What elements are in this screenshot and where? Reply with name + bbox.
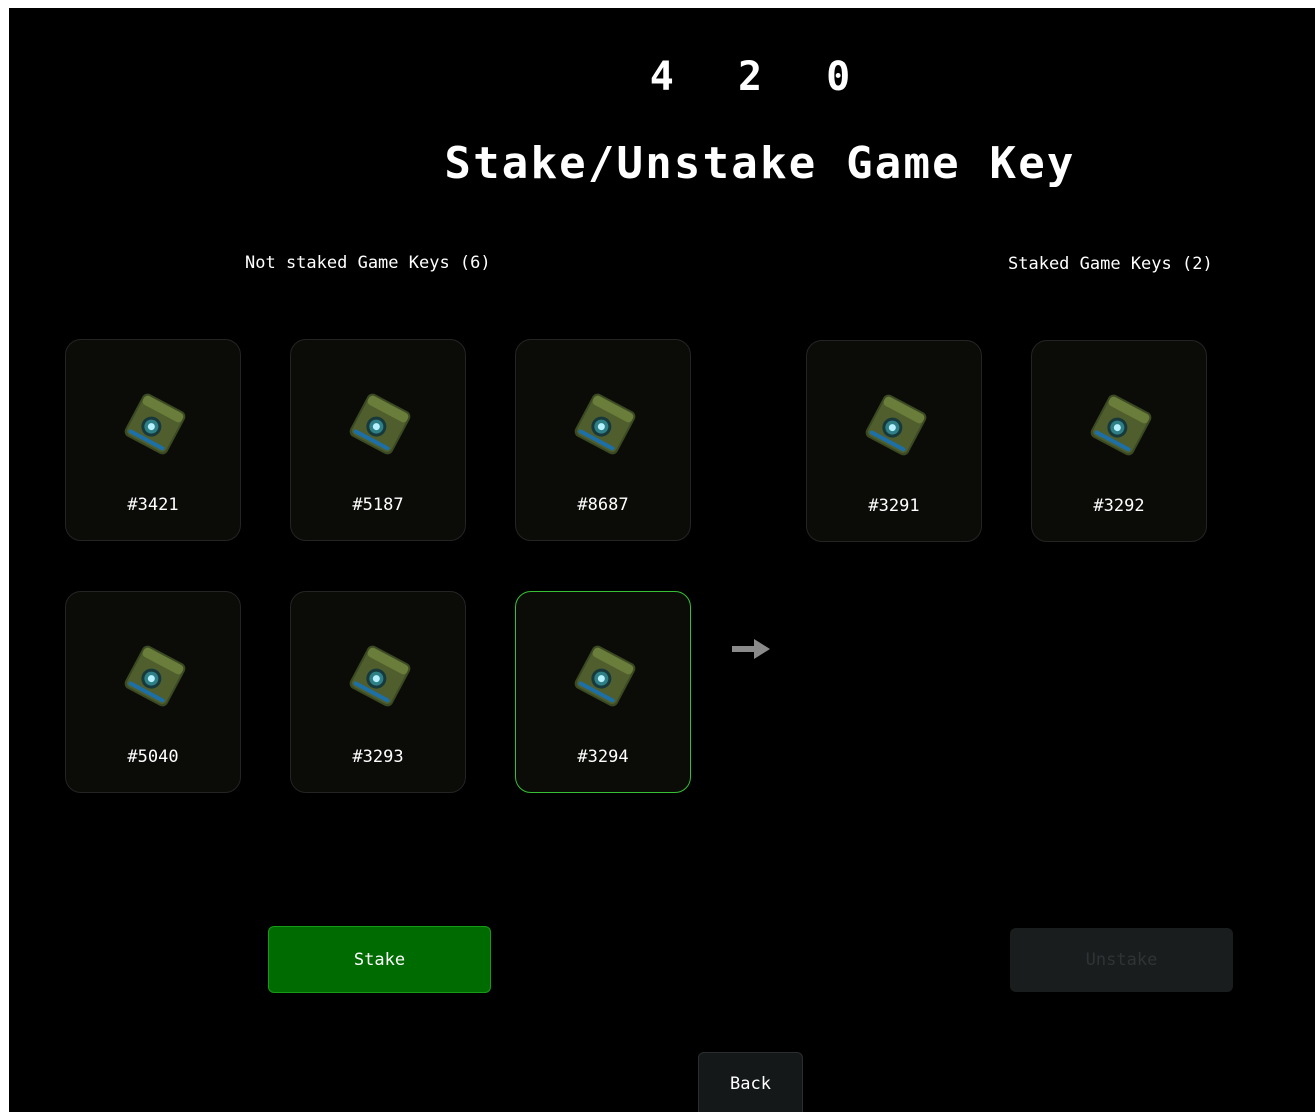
staked-key-card[interactable]: #3291 (806, 340, 982, 542)
key-id: #3292 (1093, 496, 1145, 516)
key-counter: 4 2 0 (649, 54, 871, 100)
game-key-icon (119, 384, 191, 464)
game-key-icon (344, 636, 416, 716)
game-key-icon (569, 384, 641, 464)
unstake-button[interactable]: Unstake (1010, 928, 1233, 992)
key-id: #8687 (577, 495, 629, 515)
key-id: #5187 (352, 495, 404, 515)
game-key-icon (344, 384, 416, 464)
game-key-icon (569, 636, 641, 716)
not-staked-key-card[interactable]: #5187 (290, 339, 466, 541)
key-id: #3293 (352, 747, 404, 767)
game-key-icon (119, 636, 191, 716)
key-id: #3291 (868, 496, 920, 516)
game-key-icon (1085, 385, 1157, 465)
key-id: #3421 (127, 495, 179, 515)
staked-key-card[interactable]: #3292 (1031, 340, 1207, 542)
not-staked-label: Not staked Game Keys (6) (245, 253, 491, 273)
back-button[interactable]: Back (698, 1052, 803, 1112)
staked-label: Staked Game Keys (2) (1008, 254, 1213, 274)
key-id: #3294 (577, 747, 629, 767)
game-key-icon (860, 385, 932, 465)
not-staked-key-card[interactable]: #8687 (515, 339, 691, 541)
not-staked-key-card[interactable]: #3421 (65, 339, 241, 541)
stake-screen: 4 2 0 Stake/Unstake Game Key Not staked … (9, 8, 1315, 1112)
not-staked-key-card[interactable]: #5040 (65, 591, 241, 793)
page-title: Stake/Unstake Game Key (444, 138, 1076, 189)
stake-button[interactable]: Stake (268, 926, 491, 993)
not-staked-key-card[interactable]: #3293 (290, 591, 466, 793)
arrow-right-icon (732, 639, 770, 659)
key-id: #5040 (127, 747, 179, 767)
not-staked-key-card-selected[interactable]: #3294 (515, 591, 691, 793)
